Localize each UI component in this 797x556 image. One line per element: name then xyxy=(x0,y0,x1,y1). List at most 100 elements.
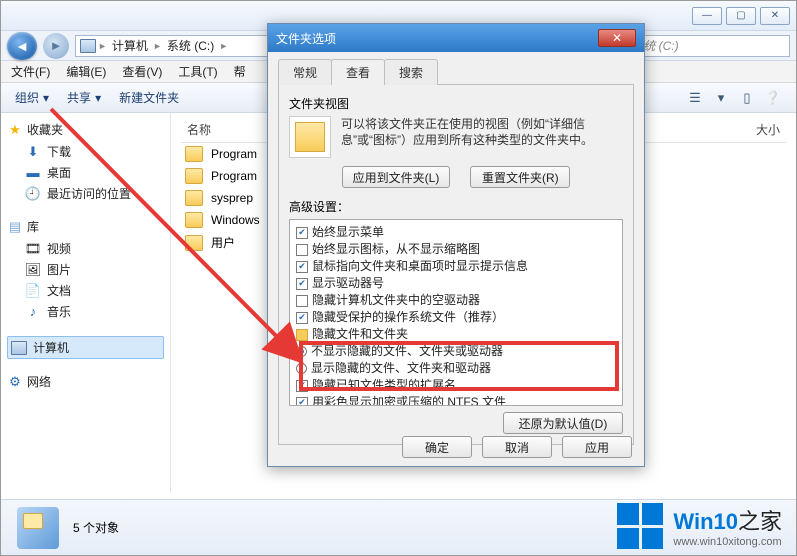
ok-button[interactable]: 确定 xyxy=(402,436,472,458)
music-icon: ♪ xyxy=(25,304,41,320)
sidebar-item-desktop[interactable]: ▬桌面 xyxy=(7,162,164,183)
menu-file[interactable]: 文件(F) xyxy=(11,63,50,80)
sidebar-item-music[interactable]: ♪音乐 xyxy=(7,301,164,322)
document-icon: 📄 xyxy=(25,283,41,299)
sidebar-item-downloads[interactable]: ⬇下载 xyxy=(7,141,164,162)
nav-forward-button[interactable]: ► xyxy=(43,33,69,59)
tab-view-page: 文件夹视图 可以将该文件夹正在使用的视图（例如“详细信息”或“图标”）应用到所有… xyxy=(278,85,634,445)
nav-back-button[interactable]: ◄ xyxy=(7,32,37,60)
radio-button[interactable] xyxy=(296,346,307,357)
chevron-right-icon: ► xyxy=(153,41,162,51)
computer-icon xyxy=(11,340,27,356)
option-label: 隐藏文件和文件夹 xyxy=(312,327,408,342)
apply-button[interactable]: 应用 xyxy=(562,436,632,458)
status-text: 5 个对象 xyxy=(73,519,119,536)
view-options-icon[interactable]: ☰ xyxy=(686,89,704,107)
window-maximize-button[interactable]: ▢ xyxy=(726,7,756,25)
watermark-title: Win10之家 xyxy=(673,504,782,536)
folder-icon xyxy=(296,329,308,341)
folder-view-description: 可以将该文件夹正在使用的视图（例如“详细信息”或“图标”）应用到所有这种类型的文… xyxy=(341,116,623,158)
advanced-option[interactable]: 始终显示图标，从不显示缩略图 xyxy=(296,241,616,258)
picture-icon: 🖼 xyxy=(25,262,41,278)
sidebar-item-documents[interactable]: 📄文档 xyxy=(7,280,164,301)
tab-view[interactable]: 查看 xyxy=(331,59,385,85)
preview-pane-icon[interactable]: ▯ xyxy=(738,89,756,107)
advanced-settings-list[interactable]: ✔ 始终显示菜单始终显示图标，从不显示缩略图✔鼠标指向文件夹和桌面项时显示提示信息… xyxy=(289,219,623,406)
breadcrumb-seg-computer[interactable]: 计算机 xyxy=(109,37,151,54)
folder-options-dialog: 文件夹选项 ✕ 常规 查看 搜索 文件夹视图 可以将该文件夹正在使用的视图（例如… xyxy=(267,23,645,467)
option-label: 隐藏受保护的操作系统文件（推荐） xyxy=(312,310,504,325)
watermark: Win10之家 www.win10xitong.com xyxy=(617,503,782,549)
tab-search[interactable]: 搜索 xyxy=(384,59,438,85)
star-icon: ★ xyxy=(7,122,23,138)
window-close-button[interactable]: ✕ xyxy=(760,7,790,25)
sidebar-item-computer[interactable]: 计算机 xyxy=(7,336,164,359)
file-name: sysprep xyxy=(211,191,253,205)
menu-edit[interactable]: 编辑(E) xyxy=(66,63,106,80)
apply-to-folders-button[interactable]: 应用到文件夹(L) xyxy=(342,166,451,188)
option-label: 始终显示菜单 xyxy=(312,225,384,240)
chevron-down-icon: ▾ xyxy=(95,91,101,105)
new-folder-button[interactable]: 新建文件夹 xyxy=(119,89,179,106)
help-icon[interactable]: ❔ xyxy=(764,89,782,107)
radio-button[interactable] xyxy=(296,363,307,374)
column-size[interactable]: 大小 xyxy=(750,117,786,142)
chevron-down-icon: ▾ xyxy=(43,91,49,105)
checkbox[interactable]: ✔ xyxy=(296,227,308,239)
advanced-settings-label: 高级设置： xyxy=(289,198,623,215)
sidebar-item-recent[interactable]: 🕘最近访问的位置 xyxy=(7,183,164,204)
file-name: Windows xyxy=(211,213,260,227)
organize-button[interactable]: 组织▾ xyxy=(15,89,49,106)
advanced-option[interactable]: 隐藏文件和文件夹 xyxy=(296,326,616,343)
libraries-group[interactable]: ▤库 xyxy=(7,218,164,235)
checkbox[interactable] xyxy=(296,244,308,256)
menu-help[interactable]: 帮 xyxy=(234,63,246,80)
share-button[interactable]: 共享▾ xyxy=(67,89,101,106)
dialog-close-button[interactable]: ✕ xyxy=(598,29,636,47)
advanced-option[interactable]: ✔隐藏已知文件类型的扩展名 xyxy=(296,377,616,394)
recent-icon: 🕘 xyxy=(25,186,41,202)
advanced-option[interactable]: ✔ 始终显示菜单 xyxy=(296,224,616,241)
folder-icon xyxy=(289,116,331,158)
chevron-down-icon[interactable]: ▾ xyxy=(712,89,730,107)
watermark-url: www.win10xitong.com xyxy=(673,536,782,548)
advanced-option[interactable]: ✔ 隐藏受保护的操作系统文件（推荐） xyxy=(296,309,616,326)
checkbox[interactable]: ✔ xyxy=(296,380,308,392)
dialog-title: 文件夹选项 xyxy=(276,30,336,47)
folder-icon xyxy=(185,190,203,206)
file-name: Program xyxy=(211,147,257,161)
cancel-button[interactable]: 取消 xyxy=(482,436,552,458)
sidebar-item-videos[interactable]: 🎞视频 xyxy=(7,238,164,259)
restore-defaults-button[interactable]: 还原为默认值(D) xyxy=(503,412,623,434)
advanced-option[interactable]: 显示隐藏的文件、文件夹和驱动器 xyxy=(296,360,616,377)
advanced-option[interactable]: 隐藏计算机文件夹中的空驱动器 xyxy=(296,292,616,309)
breadcrumb-seg-drive[interactable]: 系统 (C:) xyxy=(164,37,217,54)
menu-tools[interactable]: 工具(T) xyxy=(178,63,217,80)
option-label: 不显示隐藏的文件、文件夹或驱动器 xyxy=(311,344,503,359)
tab-general[interactable]: 常规 xyxy=(278,59,332,85)
checkbox[interactable]: ✔ xyxy=(296,261,308,273)
favorites-group[interactable]: ★收藏夹 xyxy=(7,121,164,138)
file-name: 用户 xyxy=(211,234,235,251)
advanced-option[interactable]: 不显示隐藏的文件、文件夹或驱动器 xyxy=(296,343,616,360)
menu-view[interactable]: 查看(V) xyxy=(122,63,162,80)
folder-icon xyxy=(185,146,203,162)
windows-logo-icon xyxy=(617,503,663,549)
dialog-titlebar[interactable]: 文件夹选项 ✕ xyxy=(268,24,644,52)
checkbox[interactable]: ✔ xyxy=(296,312,308,324)
sidebar-item-network[interactable]: ⚙网络 xyxy=(7,373,164,390)
advanced-option[interactable]: ✔显示驱动器号 xyxy=(296,275,616,292)
checkbox[interactable] xyxy=(296,295,308,307)
checkbox[interactable]: ✔ xyxy=(296,397,308,407)
option-label: 显示隐藏的文件、文件夹和驱动器 xyxy=(311,361,491,376)
sidebar-item-pictures[interactable]: 🖼图片 xyxy=(7,259,164,280)
dialog-tabs: 常规 查看 搜索 xyxy=(278,58,634,85)
reset-folders-button[interactable]: 重置文件夹(R) xyxy=(470,166,570,188)
advanced-option[interactable]: ✔用彩色显示加密或压缩的 NTFS 文件 xyxy=(296,394,616,406)
navigation-pane: ★收藏夹 ⬇下载 ▬桌面 🕘最近访问的位置 ▤库 🎞视频 🖼图片 📄文档 ♪音乐… xyxy=(1,113,171,493)
advanced-option[interactable]: ✔鼠标指向文件夹和桌面项时显示提示信息 xyxy=(296,258,616,275)
checkbox[interactable]: ✔ xyxy=(296,278,308,290)
window-minimize-button[interactable]: — xyxy=(692,7,722,25)
chevron-right-icon: ► xyxy=(219,41,228,51)
library-icon: ▤ xyxy=(7,219,23,235)
